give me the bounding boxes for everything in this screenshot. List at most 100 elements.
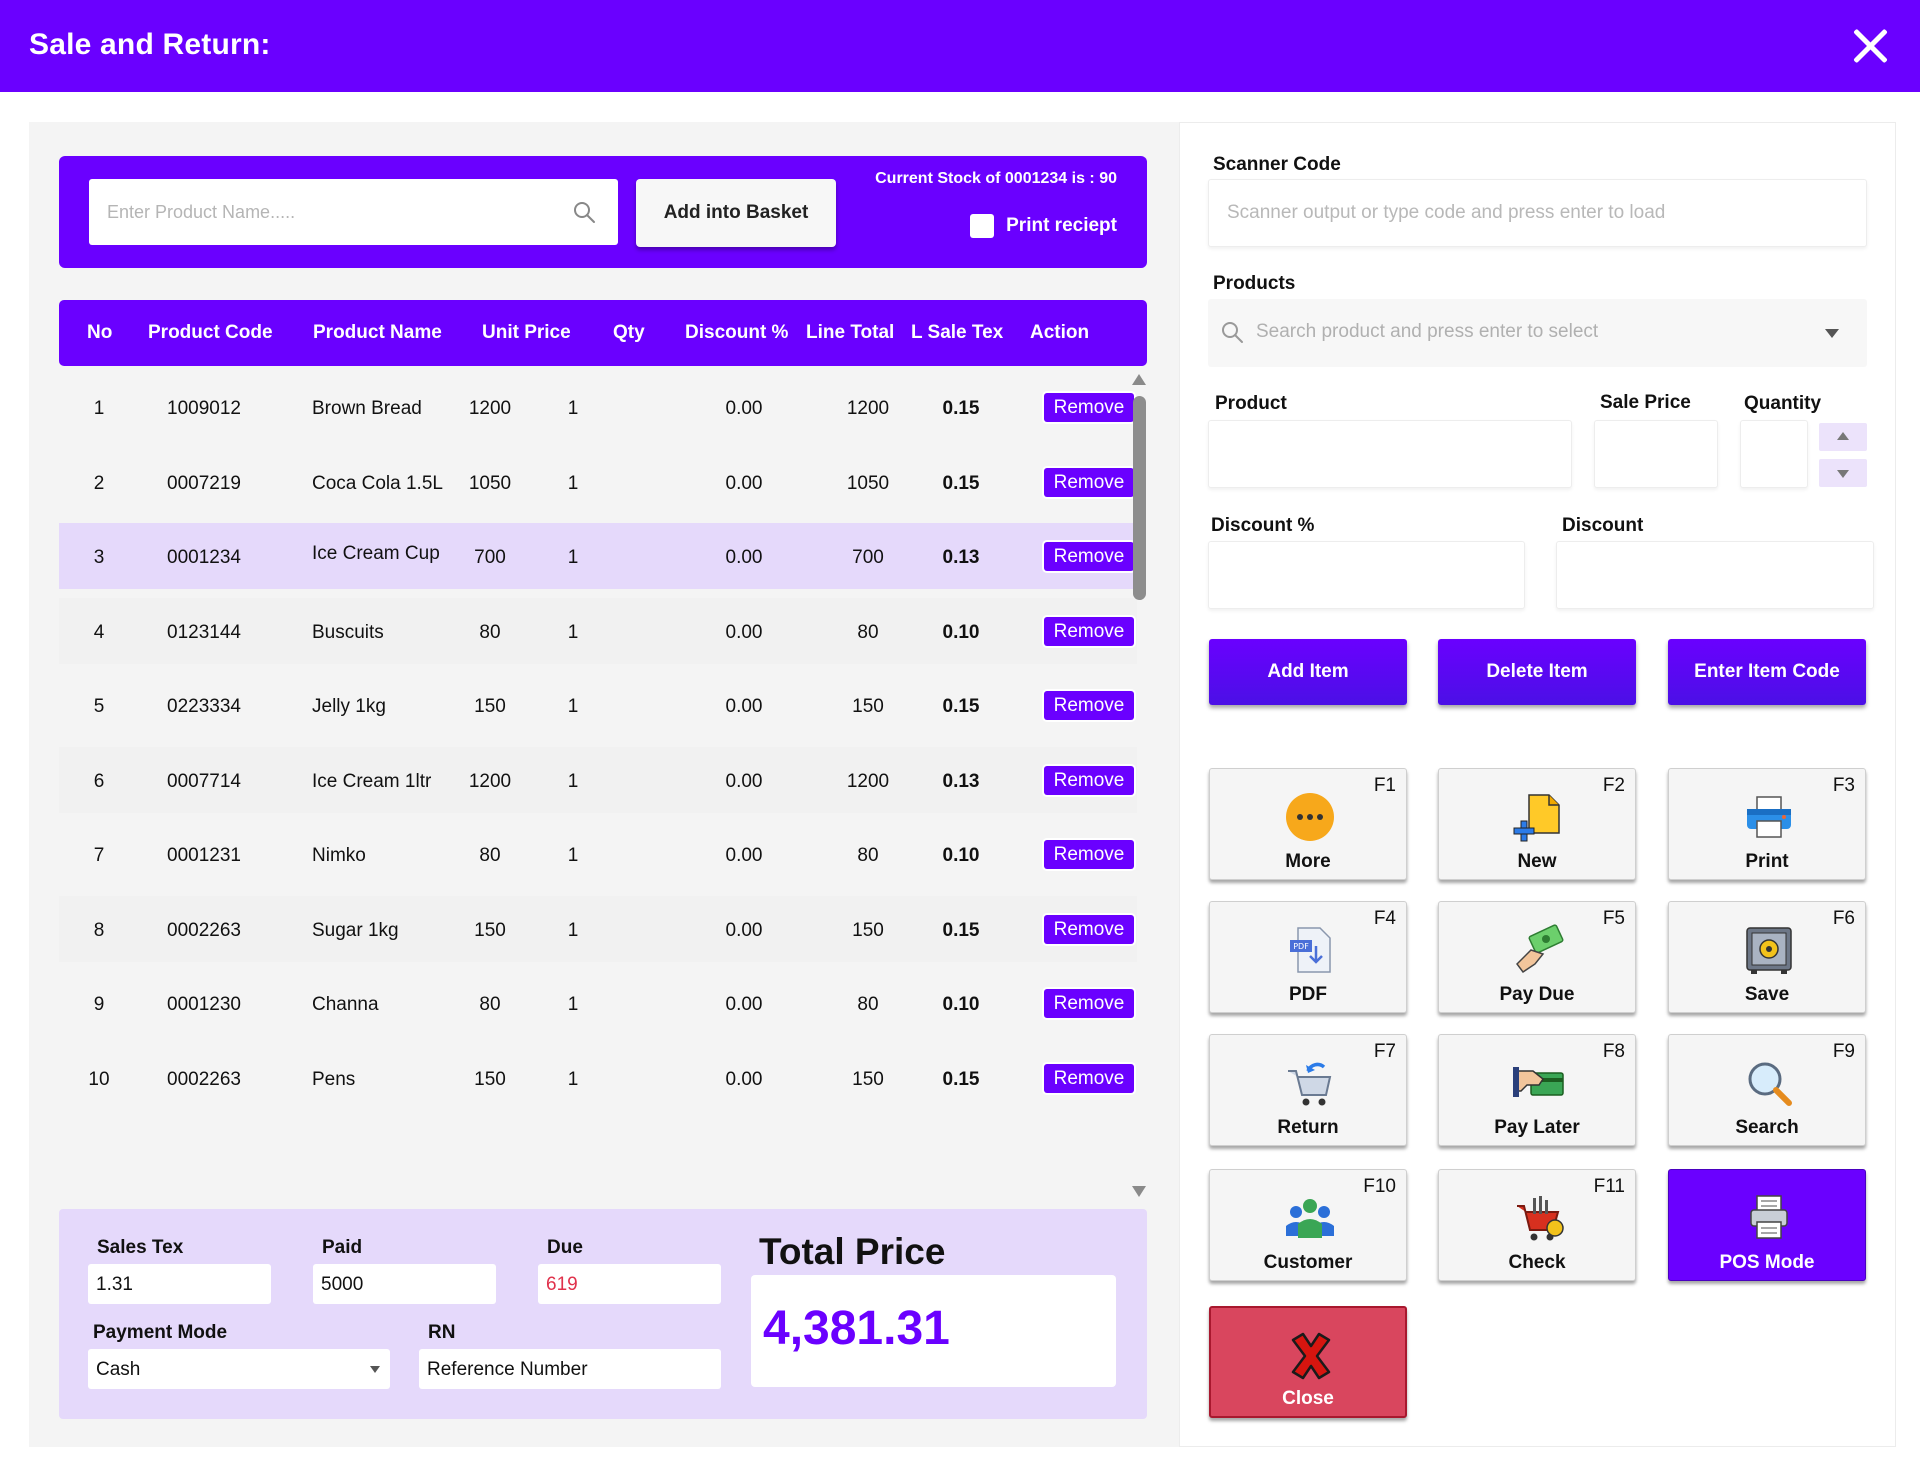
- quantity-increment[interactable]: [1819, 423, 1867, 451]
- payment-mode-select[interactable]: Cash: [88, 1349, 390, 1389]
- cell-no: 8: [93, 920, 105, 941]
- table-row[interactable]: 1 1009012 Brown Bread 1200 1 0.00 1200 0…: [59, 374, 1137, 440]
- discount-field[interactable]: [1556, 541, 1874, 609]
- reference-number-field[interactable]: Reference Number: [419, 1349, 721, 1389]
- chevron-down-icon: [370, 1366, 380, 1373]
- discount-pct-label: Discount %: [1211, 515, 1315, 536]
- search-button[interactable]: F9 Search: [1668, 1034, 1866, 1146]
- products-select[interactable]: Search product and press enter to select: [1208, 299, 1867, 367]
- pay-due-icon: [1516, 924, 1564, 974]
- cell-price: 1200: [468, 771, 512, 792]
- table-row[interactable]: 7 0001231 Nimko 80 1 0.00 80 0.10 Remove: [59, 821, 1137, 887]
- table-row[interactable]: 10 0002263 Pens 150 1 0.00 150 0.15 Remo…: [59, 1045, 1137, 1111]
- cell-line-total: 150: [852, 1069, 884, 1090]
- table-row[interactable]: 8 0002263 Sugar 1kg 150 1 0.00 150 0.15 …: [59, 896, 1137, 962]
- pdf-button[interactable]: F4 PDF PDF: [1209, 901, 1407, 1013]
- remove-button[interactable]: Remove: [1044, 840, 1134, 869]
- remove-button[interactable]: Remove: [1044, 1064, 1134, 1093]
- check-button[interactable]: F11 Check: [1438, 1169, 1636, 1281]
- product-search-box: [89, 179, 618, 245]
- due-field[interactable]: 619: [538, 1264, 721, 1304]
- return-label: Return: [1277, 1117, 1339, 1138]
- table-row[interactable]: 2 0007219 Coca Cola 1.5L 1050 1 0.00 105…: [59, 449, 1137, 515]
- header-action: Action: [1030, 322, 1090, 343]
- product-name-input[interactable]: [89, 179, 559, 245]
- cell-qty: 1: [567, 547, 579, 568]
- add-item-button[interactable]: Add Item: [1209, 639, 1407, 705]
- cell-qty: 1: [567, 845, 579, 866]
- cell-code: 0223334: [167, 696, 241, 717]
- remove-button[interactable]: Remove: [1044, 691, 1134, 720]
- table-row[interactable]: 9 0001230 Channa 80 1 0.00 80 0.10 Remov…: [59, 970, 1137, 1036]
- current-stock-text: Current Stock of 0001234 is : 90: [875, 170, 1117, 187]
- f8-key-label: F8: [1602, 1041, 1625, 1062]
- save-button[interactable]: F6 Save: [1668, 901, 1866, 1013]
- cell-qty: 1: [567, 994, 579, 1015]
- table-row-selected[interactable]: 3 0001234 Ice Cream Cup 700 1 0.00 700 0…: [59, 523, 1137, 589]
- pos-mode-button[interactable]: POS Mode: [1668, 1169, 1866, 1281]
- close-icon[interactable]: [1848, 24, 1892, 68]
- discount-pct-field[interactable]: [1208, 541, 1525, 609]
- cell-discount: 0.00: [725, 771, 763, 792]
- sales-tex-field[interactable]: 1.31: [88, 1264, 271, 1304]
- more-button[interactable]: F1 More: [1209, 768, 1407, 880]
- quantity-field[interactable]: [1740, 420, 1808, 488]
- table-row[interactable]: 6 0007714 Ice Cream 1ltr 1200 1 0.00 120…: [59, 747, 1137, 813]
- remove-button[interactable]: Remove: [1044, 617, 1134, 646]
- f3-key-label: F3: [1832, 775, 1855, 796]
- due-label: Due: [547, 1237, 583, 1258]
- safe-icon: [1746, 927, 1792, 974]
- close-button[interactable]: Close: [1209, 1306, 1407, 1418]
- remove-button[interactable]: Remove: [1044, 542, 1134, 571]
- cell-price: 1050: [468, 473, 512, 494]
- paid-field[interactable]: 5000: [313, 1264, 496, 1304]
- remove-button[interactable]: Remove: [1044, 766, 1134, 795]
- scroll-thumb[interactable]: [1133, 396, 1146, 600]
- new-button[interactable]: F2 New: [1438, 768, 1636, 880]
- cell-name: Pens: [312, 1069, 356, 1090]
- cell-name: Sugar 1kg: [312, 920, 399, 941]
- printer-icon: [1747, 796, 1791, 838]
- enter-item-code-button[interactable]: Enter Item Code: [1668, 639, 1866, 705]
- delete-item-button[interactable]: Delete Item: [1438, 639, 1636, 705]
- customers-icon: [1286, 1199, 1334, 1238]
- basket-table-body: 1 1009012 Brown Bread 1200 1 0.00 1200 0…: [59, 374, 1137, 1104]
- cell-no: 3: [93, 547, 105, 568]
- print-button[interactable]: F3 Print: [1668, 768, 1866, 880]
- more-label: More: [1285, 851, 1331, 872]
- customer-label: Customer: [1263, 1252, 1353, 1273]
- cell-line-total: 150: [852, 696, 884, 717]
- remove-button[interactable]: Remove: [1044, 468, 1134, 497]
- cell-qty: 1: [567, 398, 579, 419]
- cell-no: 5: [93, 696, 105, 717]
- pay-later-button[interactable]: F8 Pay Later: [1438, 1034, 1636, 1146]
- scroll-down-icon[interactable]: [1132, 1186, 1146, 1197]
- scanner-code-input[interactable]: [1209, 180, 1866, 246]
- search-icon[interactable]: [572, 200, 596, 224]
- table-row[interactable]: 4 0123144 Buscuits 80 1 0.00 80 0.10 Rem…: [59, 598, 1137, 664]
- remove-button[interactable]: Remove: [1044, 915, 1134, 944]
- sale-price-field[interactable]: [1594, 420, 1718, 488]
- print-receipt-option[interactable]: Print reciept: [970, 214, 1117, 238]
- remove-button[interactable]: Remove: [1044, 989, 1134, 1018]
- remove-button[interactable]: Remove: [1044, 393, 1134, 422]
- cell-name: Nimko: [312, 845, 366, 866]
- cell-no: 9: [93, 994, 105, 1015]
- cell-line-total: 80: [857, 622, 879, 643]
- return-button[interactable]: F7 Return: [1209, 1034, 1407, 1146]
- pay-due-button[interactable]: F5 Pay Due: [1438, 901, 1636, 1013]
- product-label: Product: [1215, 393, 1287, 414]
- more-icon: [1286, 793, 1334, 841]
- table-scrollbar[interactable]: [1129, 374, 1149, 1204]
- cell-discount: 0.00: [725, 696, 763, 717]
- scroll-up-icon[interactable]: [1132, 374, 1146, 385]
- table-row[interactable]: 5 0223334 Jelly 1kg 150 1 0.00 150 0.15 …: [59, 672, 1137, 738]
- window-title: Sale and Return:: [29, 28, 271, 61]
- product-field[interactable]: [1208, 420, 1572, 488]
- quantity-decrement[interactable]: [1819, 459, 1867, 487]
- cell-qty: 1: [567, 771, 579, 792]
- customer-button[interactable]: F10 Customer: [1209, 1169, 1407, 1281]
- print-receipt-checkbox[interactable]: [970, 214, 995, 238]
- chevron-down-icon[interactable]: [1825, 329, 1839, 338]
- add-into-basket-button[interactable]: Add into Basket: [636, 179, 836, 247]
